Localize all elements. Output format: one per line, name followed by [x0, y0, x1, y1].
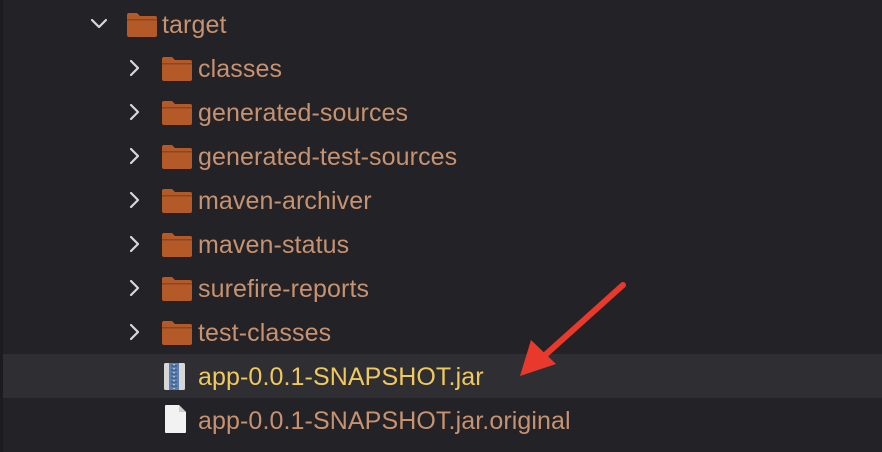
tree-row-app-jar[interactable]: app-0.0.1-SNAPSHOT.jar [3, 354, 882, 398]
tree-row-label: app-0.0.1-SNAPSHOT.jar [198, 363, 484, 391]
tree-row-classes[interactable]: classes [3, 46, 882, 90]
folder-icon [161, 232, 193, 258]
tree-row-label: maven-archiver [198, 187, 372, 215]
chevron-down-icon[interactable] [89, 14, 109, 34]
folder-icon [161, 320, 193, 346]
chevron-right-icon[interactable] [125, 190, 145, 210]
tree-row-label: surefire-reports [198, 275, 370, 303]
chevron-right-icon[interactable] [125, 278, 145, 298]
folder-icon [161, 144, 193, 170]
chevron-right-icon[interactable] [125, 322, 145, 342]
tree-row-generated-sources[interactable]: generated-sources [3, 90, 882, 134]
chevron-right-icon[interactable] [125, 146, 145, 166]
chevron-down-icon [120, 446, 134, 452]
tree-row-maven-archiver[interactable]: maven-archiver [3, 178, 882, 222]
tree-row-label: classes [198, 55, 283, 83]
jar-archive-icon [163, 362, 195, 390]
tree-row-label: generated-test-sources [198, 143, 458, 171]
tree-row-surefire-reports[interactable]: surefire-reports [3, 266, 882, 310]
tree-row-label: test-classes [198, 319, 332, 347]
tree-row-maven-status[interactable]: maven-status [3, 222, 882, 266]
tree-row-target[interactable]: target [3, 2, 882, 46]
folder-icon [161, 100, 193, 126]
tree-row-generated-test-sources[interactable]: generated-test-sources [3, 134, 882, 178]
file-icon [164, 404, 196, 433]
folder-icon [161, 56, 193, 82]
chevron-right-icon[interactable] [125, 102, 145, 122]
tree-row-label: generated-sources [198, 99, 409, 127]
folder-icon [126, 12, 158, 38]
tree-row-app-jar-original[interactable]: app-0.0.1-SNAPSHOT.jar.original [3, 398, 882, 442]
folder-icon [161, 276, 193, 302]
tree-row-label: app-0.0.1-SNAPSHOT.jar.original [198, 407, 571, 435]
tree-row-label: maven-status [198, 231, 350, 259]
chevron-right-icon[interactable] [125, 234, 145, 254]
tree-row-label: target [162, 11, 227, 39]
chevron-right-icon[interactable] [125, 58, 145, 78]
tree-row-test-classes[interactable]: test-classes [3, 310, 882, 354]
project-file-tree: target classes generated-sources generat… [0, 0, 882, 452]
folder-icon [161, 188, 193, 214]
